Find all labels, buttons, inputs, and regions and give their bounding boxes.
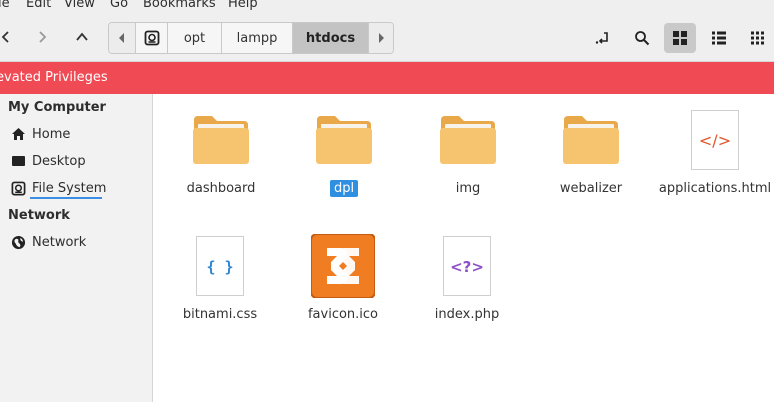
sidebar-item-label: Home <box>32 126 71 142</box>
sidebar-item-file-system[interactable]: File System <box>10 178 106 198</box>
triangle-left-icon <box>119 33 124 43</box>
file-glyph: </> <box>699 131 731 150</box>
sidebar-heading-my-computer: My Computer <box>8 100 106 115</box>
file-name: img <box>455 181 481 196</box>
compact-view-button[interactable] <box>742 23 774 53</box>
list-view-button[interactable] <box>703 23 735 53</box>
globe-icon <box>10 234 26 250</box>
sidebar-item-home[interactable]: Home <box>10 124 70 144</box>
home-icon <box>10 126 26 142</box>
folder-icon <box>559 108 623 172</box>
folder-icon <box>436 108 500 172</box>
banner-text: evated Privileges <box>0 70 108 85</box>
chevron-right-icon <box>39 31 47 43</box>
file-name: index.php <box>434 307 500 322</box>
file-item[interactable]: favicon.ico <box>283 234 403 323</box>
file-glyph: <?> <box>450 258 484 276</box>
file-name: applications.html <box>658 181 772 196</box>
file-glyph: { } <box>206 258 233 276</box>
file-item[interactable]: { } bitnami.css <box>160 234 280 323</box>
chevron-up-icon <box>76 32 88 41</box>
file-name: bitnami.css <box>182 307 258 322</box>
folder-icon <box>189 108 253 172</box>
search-icon <box>635 31 650 46</box>
menu-view[interactable]: View <box>64 0 95 12</box>
xampp-icon <box>311 234 375 298</box>
grid-view-icon <box>673 31 687 45</box>
forward-button[interactable] <box>28 23 56 51</box>
search-button[interactable] <box>626 23 658 53</box>
path-crumb-htdocs[interactable]: htdocs <box>293 23 369 53</box>
css-file-icon: { } <box>188 234 252 298</box>
file-item[interactable]: dashboard <box>161 108 281 197</box>
file-item[interactable]: <?> index.php <box>407 234 527 323</box>
html-file-icon: </> <box>683 108 747 172</box>
menu-bookmarks[interactable]: Bookmarks <box>143 0 216 12</box>
sidebar-item-label: Network <box>32 234 87 250</box>
file-item[interactable]: </> applications.html <box>655 108 774 197</box>
file-item[interactable]: webalizer <box>531 108 651 197</box>
toolbar: opt lampp htdocs <box>0 12 774 62</box>
file-name: dpl <box>329 180 359 197</box>
drive-icon <box>144 30 159 46</box>
menu-bar: le Edit View Go Bookmarks Help <box>0 0 774 12</box>
icon-view-button[interactable] <box>664 23 696 53</box>
menu-file[interactable]: le <box>0 0 10 12</box>
file-view[interactable]: dashboard dpl img webalizer </> applicat… <box>153 94 774 402</box>
menu-help[interactable]: Help <box>228 0 258 12</box>
toggle-location-button[interactable] <box>586 23 618 53</box>
up-button[interactable] <box>68 23 96 51</box>
sidebar-item-label: Desktop <box>32 153 86 169</box>
desktop-icon <box>10 153 26 169</box>
chevron-left-icon <box>1 31 9 43</box>
file-name: dashboard <box>186 181 256 196</box>
path-crumb-opt[interactable]: opt <box>168 23 222 53</box>
path-scroll-left-button[interactable] <box>109 23 136 53</box>
folder-icon <box>312 108 376 172</box>
disk-usage-bar <box>30 197 102 199</box>
triangle-right-icon <box>379 33 384 43</box>
path-crumb-lampp[interactable]: lampp <box>222 23 293 53</box>
location-entry-icon <box>595 32 608 44</box>
sidebar-item-desktop[interactable]: Desktop <box>10 151 86 171</box>
drive-icon <box>10 180 26 196</box>
sidebar-item-label: File System <box>32 180 107 196</box>
file-name: webalizer <box>559 181 623 196</box>
file-item[interactable]: img <box>408 108 528 197</box>
file-name: favicon.ico <box>307 307 379 322</box>
sidebar-heading-network: Network <box>8 208 70 223</box>
sidebar-item-network[interactable]: Network <box>10 232 86 252</box>
compact-view-icon <box>751 31 764 45</box>
list-view-icon <box>712 31 726 45</box>
menu-edit[interactable]: Edit <box>26 0 51 12</box>
path-scroll-right-button[interactable] <box>369 23 393 53</box>
path-root-button[interactable] <box>136 23 168 53</box>
path-bar: opt lampp htdocs <box>108 22 394 54</box>
sidebar: My Computer Home Desktop File System Net… <box>0 94 153 402</box>
php-file-icon: <?> <box>435 234 499 298</box>
file-item[interactable]: dpl <box>284 108 404 197</box>
elevated-privileges-banner: evated Privileges <box>0 62 774 94</box>
menu-go[interactable]: Go <box>110 0 128 12</box>
back-button[interactable] <box>0 23 20 51</box>
